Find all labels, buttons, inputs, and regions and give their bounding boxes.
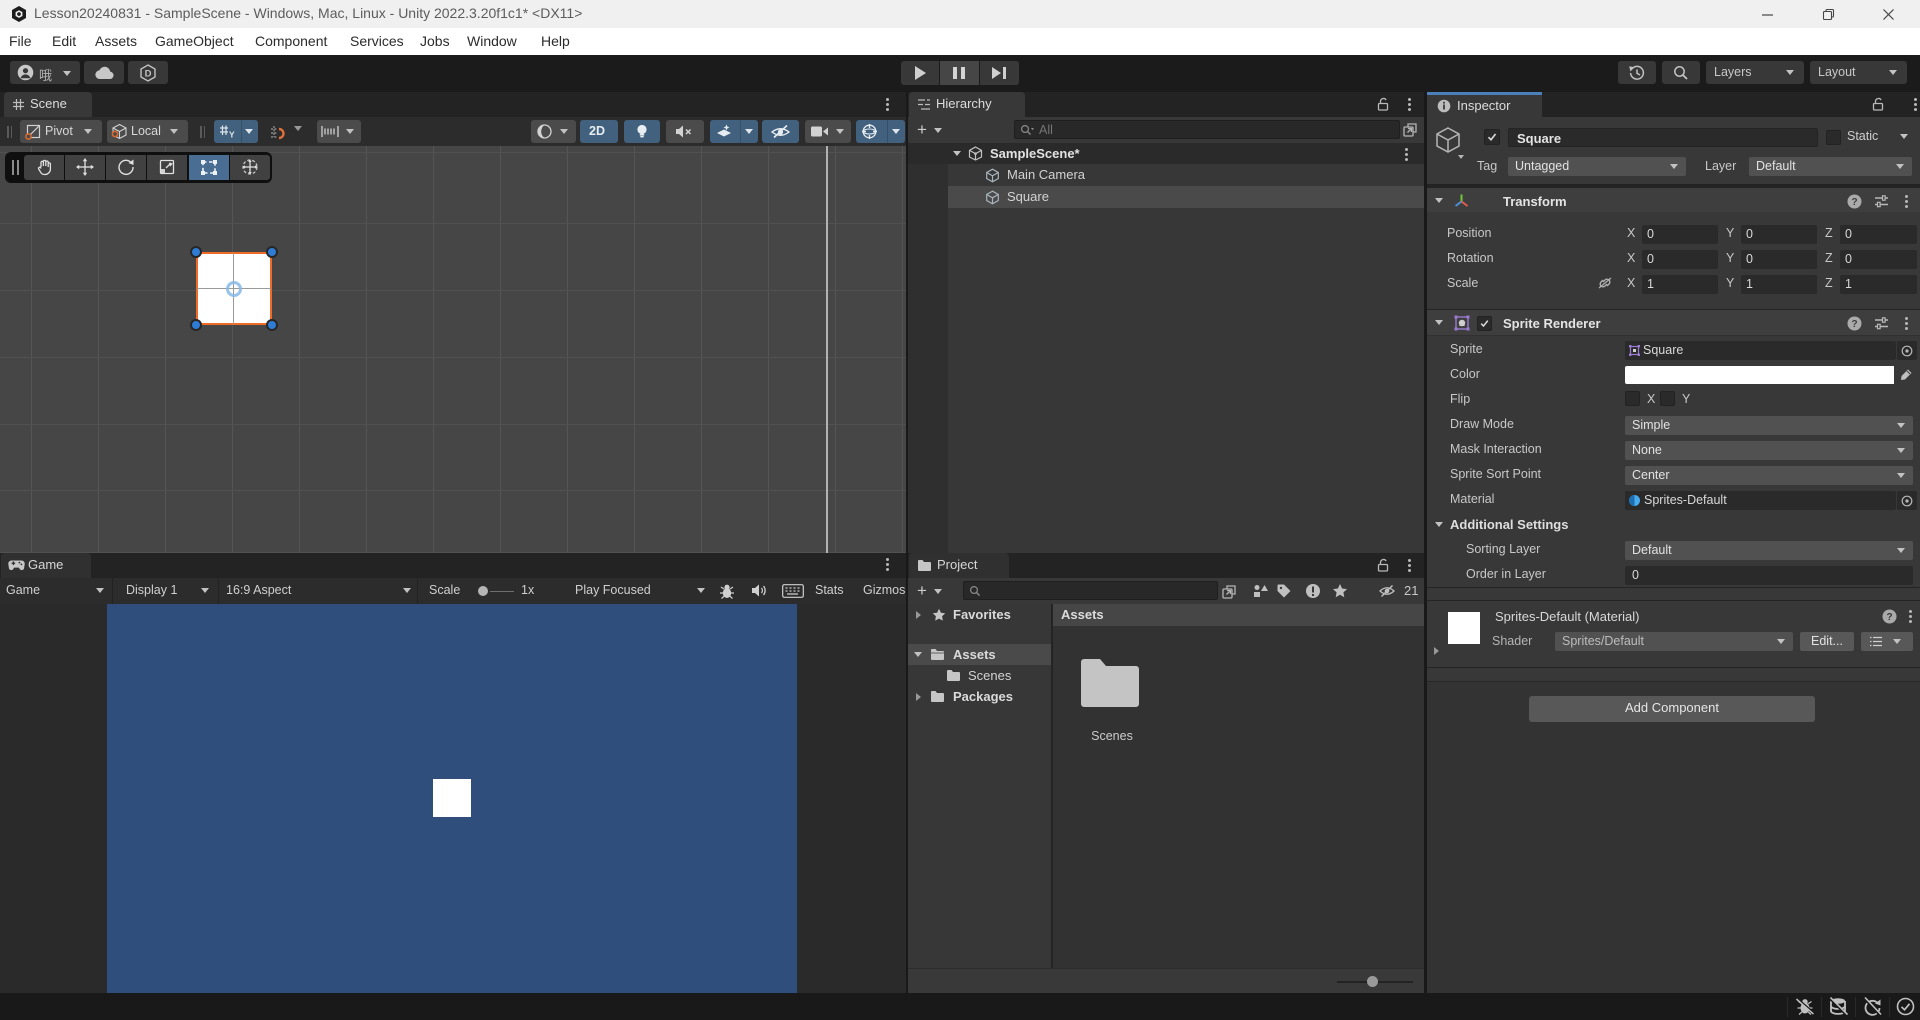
- svg-text:?: ?: [1886, 612, 1892, 623]
- svg-text:?: ?: [1851, 197, 1857, 208]
- svg-text:Y: Y: [229, 130, 235, 140]
- svg-text:D: D: [145, 69, 152, 80]
- svg-text:?: ?: [1851, 319, 1857, 330]
